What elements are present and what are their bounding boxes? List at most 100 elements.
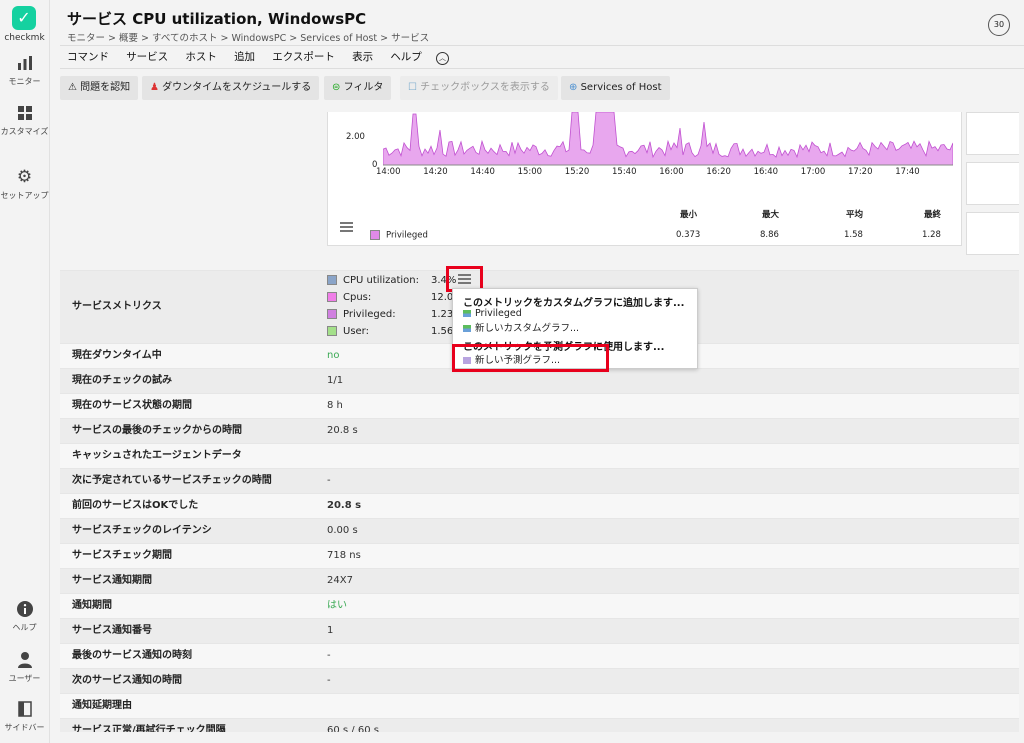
info-icon (16, 600, 34, 618)
side-graph-box (966, 112, 1019, 155)
series-area (383, 112, 953, 166)
legend-header-min: 最小 (680, 210, 698, 220)
row-value: 24X7 (327, 575, 353, 586)
sidebar-item-sidebar[interactable]: サイドバー (0, 700, 49, 733)
row-label: キャッシュされたエージェントデータ (72, 450, 242, 461)
row-label: サービス正常/再試行チェック間隔 (72, 725, 226, 732)
sidebar-icon (16, 700, 34, 718)
x-tick: 15:20 (564, 167, 590, 177)
row-label: サービスチェック期間 (72, 550, 172, 561)
sidebar-item-customize[interactable]: カスタマイズ (0, 104, 49, 137)
series-swatch (370, 230, 380, 240)
legend-value-max: 8.86 (760, 230, 779, 240)
row-value: 20.8 s (327, 425, 358, 436)
metric-swatch (327, 275, 337, 285)
chevron-up-icon[interactable]: ︿ (436, 52, 449, 65)
table-row: 次に予定されているサービスチェックの時間 - (60, 468, 1019, 493)
metric-swatch (327, 292, 337, 302)
legend-series: Privileged (370, 230, 428, 241)
sidebar-item-label: セットアップ (0, 191, 49, 200)
downtime-icon: ♟ (150, 82, 159, 93)
graph-menu-icon[interactable] (340, 222, 353, 232)
sidebar-item-label: サイドバー (4, 723, 45, 732)
metric-swatch (327, 326, 337, 336)
menu-add[interactable]: 追加 (227, 46, 262, 68)
table-row: 通知期間 はい (60, 593, 1019, 618)
menu-item-privileged[interactable]: Privileged (463, 308, 522, 319)
schedule-downtime-button[interactable]: ♟ ダウンタイムをスケジュールする (142, 76, 320, 100)
cpu-graph[interactable] (383, 112, 953, 168)
menu-commands[interactable]: コマンド (60, 46, 116, 68)
sidebar-item-monitor[interactable]: モニター (0, 54, 49, 87)
x-tick: 16:20 (706, 167, 731, 177)
row-value: no (327, 350, 340, 361)
metric-item: User: 1.56% (327, 326, 463, 337)
row-value: 8 h (327, 400, 343, 411)
filter-button[interactable]: ⊜ フィルタ (324, 76, 392, 100)
row-value: 60 s / 60 s (327, 725, 379, 732)
side-graph-box (966, 212, 1019, 255)
acknowledge-button[interactable]: ⚠ 問題を認知 (60, 76, 139, 100)
gear-icon: ⚙ (16, 167, 33, 187)
legend-header-last: 最終 (924, 210, 942, 220)
menu-display[interactable]: 表示 (345, 46, 380, 68)
sidebar-item-help[interactable]: ヘルプ (0, 600, 49, 633)
row-label: 次のサービス通知の時間 (72, 675, 182, 686)
row-value: 1/1 (327, 375, 344, 386)
filter-icon: ⊜ (332, 82, 341, 93)
row-label: 次に予定されているサービスチェックの時間 (72, 475, 272, 486)
row-label: 最後のサービス通知の時刻 (72, 650, 192, 661)
row-value: はい (327, 600, 347, 611)
metric-item: Cpus: 12.0 (327, 292, 453, 303)
row-label: サービス通知番号 (72, 625, 152, 636)
x-tick: 17:00 (800, 167, 826, 177)
row-value: - (327, 475, 331, 486)
warning-icon: ⚠ (68, 82, 77, 93)
user-icon (16, 651, 34, 669)
menu-item-new-custom-graph[interactable]: 新しいカスタムグラフ... (463, 320, 579, 334)
grid-icon (16, 104, 34, 122)
table-row: サービス通知期間 24X7 (60, 568, 1019, 593)
x-tick: 17:20 (848, 167, 873, 177)
x-axis: 14:00 14:20 14:40 15:00 15:20 15:40 16:00 16:20… (376, 167, 956, 179)
up-arrow-icon: ⊕ (569, 82, 578, 93)
toolbar: ⚠ 問題を認知 ♟ ダウンタイムをスケジュールする ⊜ フィルタ ☐ チェックボ… (60, 76, 1024, 101)
show-checkbox-button[interactable]: ☐ チェックボックスを表示する (400, 76, 558, 100)
breadcrumb[interactable]: モニター > 概要 > すべてのホスト > WindowsPC > Servic… (67, 30, 429, 44)
sidebar-item-label: ユーザー (8, 674, 41, 683)
bar-chart-icon (16, 54, 34, 72)
detail-rows: 現在ダウンタイム中 no 現在のチェックの試み 1/1 現在のサービス状態の期間 8 h サ… (60, 343, 1019, 732)
sidebar-item-label: ヘルプ (12, 623, 37, 632)
menu-help[interactable]: ヘルプ (383, 46, 429, 68)
sidebar: ✓ checkmk モニター カスタマイズ ⚙ セットアップ ヘルプ ユーザー … (0, 0, 50, 743)
page-title: サービス CPU utilization, WindowsPC (67, 10, 367, 28)
x-tick: 17:40 (895, 167, 920, 177)
menu-service[interactable]: サービス (119, 46, 175, 68)
legend-header-avg: 平均 (846, 210, 864, 220)
sidebar-item-label: モニター (8, 77, 41, 86)
menu-section-custom-graph: このメトリックをカスタムグラフに追加します... (463, 298, 685, 309)
table-row: サービス正常/再試行チェック間隔 60 s / 60 s (60, 718, 1019, 732)
refresh-counter[interactable]: 30 (988, 14, 1010, 36)
sidebar-item-label: カスタマイズ (0, 127, 49, 136)
y-tick: 2.00 (346, 132, 365, 142)
metric-swatch (327, 309, 337, 319)
sidebar-item-user[interactable]: ユーザー (0, 651, 49, 684)
services-of-host-button[interactable]: ⊕ Services of Host (561, 76, 670, 100)
side-graph-box (966, 162, 1019, 205)
menu-export[interactable]: エクスポート (265, 46, 342, 68)
row-label: 通知延期理由 (72, 700, 132, 711)
row-label: 前回のサービスはOKでした (72, 500, 199, 511)
metric-item: Privileged: 1.23 (327, 309, 453, 320)
metric-item: CPU utilization: 3.4% (327, 275, 456, 286)
row-label: サービスの最後のチェックからの時間 (72, 425, 242, 436)
checkbox-icon: ☐ (408, 82, 417, 93)
checkmk-logo-icon[interactable]: ✓ (12, 6, 36, 30)
row-value: 718 ns (327, 550, 361, 561)
page-header: サービス CPU utilization, WindowsPC モニター > 概… (60, 0, 1024, 44)
logo-text: checkmk (4, 33, 45, 43)
sidebar-item-setup[interactable]: ⚙ セットアップ (0, 168, 49, 201)
graph-icon (463, 325, 471, 332)
graph-icon (463, 310, 471, 317)
menu-host[interactable]: ホスト (178, 46, 224, 68)
